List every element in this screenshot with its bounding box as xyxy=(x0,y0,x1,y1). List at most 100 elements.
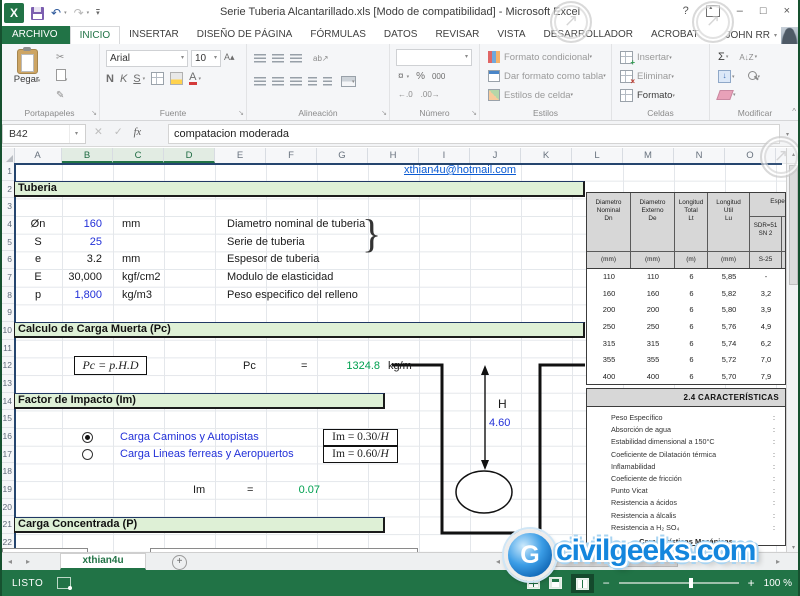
clear-icon[interactable] xyxy=(716,90,734,100)
insert-function-icon[interactable]: fx xyxy=(134,127,142,138)
dialog-launcher-icon[interactable]: ↘ xyxy=(471,109,477,117)
param-desc[interactable]: Espesor de tuberia xyxy=(227,251,457,268)
format-button[interactable]: Formato▾ xyxy=(620,89,675,102)
dialog-launcher-icon[interactable]: ↘ xyxy=(238,109,244,117)
row-header-2[interactable]: 2 xyxy=(0,181,14,199)
paste-dropdown-icon[interactable]: ▾ xyxy=(38,78,41,84)
align-right-icon[interactable] xyxy=(290,77,302,86)
user-area[interactable]: JOHN RR ▾ xyxy=(726,26,800,44)
column-header-D[interactable]: D xyxy=(164,148,215,163)
cancel-icon[interactable]: ✕ xyxy=(94,126,103,138)
trench-diagram[interactable]: H 4.60 xyxy=(385,358,590,541)
param-symbol[interactable]: p xyxy=(14,287,62,304)
column-header-K[interactable]: K xyxy=(521,148,572,163)
row-header-6[interactable]: 6 xyxy=(0,251,14,269)
align-center-icon[interactable] xyxy=(272,77,284,86)
minimize-button[interactable]: – xyxy=(737,5,743,17)
format-as-table-button[interactable]: Dar formato como tabla▾ xyxy=(488,70,606,82)
chevron-down-icon[interactable]: ▾ xyxy=(214,51,217,66)
fill-down-icon[interactable]: ↓ xyxy=(718,70,731,83)
row-header-4[interactable]: 4 xyxy=(0,216,14,234)
undo-dropdown-icon[interactable]: ▾ xyxy=(64,10,67,16)
sheet-tab-xthian4u[interactable]: xthian4u xyxy=(60,553,146,570)
param-unit[interactable]: kg/m3 xyxy=(122,287,192,304)
row-header-8[interactable]: 8 xyxy=(0,287,14,305)
pc-label[interactable]: Pc xyxy=(243,358,273,375)
row-header-11[interactable]: 11 xyxy=(0,340,14,358)
fill-color-icon[interactable] xyxy=(170,72,183,85)
row-header-13[interactable]: 13 xyxy=(0,375,14,393)
row-header-12[interactable]: 12 xyxy=(0,357,14,375)
column-header-F[interactable]: F xyxy=(266,148,317,163)
impact-option-label[interactable]: Carga Caminos y Autopistas xyxy=(120,429,335,446)
decrease-indent-icon[interactable] xyxy=(308,77,317,86)
font-name-combo[interactable]: ▾Arial xyxy=(106,50,188,67)
param-desc[interactable]: Peso especifico del relleno xyxy=(227,287,457,304)
column-header-E[interactable]: E xyxy=(215,148,266,163)
row-header-3[interactable]: 3 xyxy=(0,198,14,216)
sheet-next-icon[interactable]: ▸ xyxy=(26,557,30,566)
find-select-icon[interactable] xyxy=(748,71,757,80)
param-unit[interactable] xyxy=(122,234,192,251)
redo-dropdown-icon[interactable]: ▾ xyxy=(87,10,90,16)
close-button[interactable]: × xyxy=(784,5,790,17)
radio-selected[interactable] xyxy=(82,432,93,443)
comma-style-icon[interactable]: 000 xyxy=(432,72,445,81)
add-sheet-button[interactable]: + xyxy=(172,555,187,570)
italic-button[interactable]: K xyxy=(120,73,127,85)
column-header-L[interactable]: L xyxy=(572,148,623,163)
name-box[interactable]: B42▾ xyxy=(2,124,86,144)
row-header-7[interactable]: 7 xyxy=(0,269,14,287)
select-all-corner[interactable] xyxy=(0,148,15,163)
decrease-decimal-icon[interactable]: .00→ xyxy=(421,90,440,99)
font-color-icon[interactable]: A xyxy=(189,72,196,85)
save-icon[interactable] xyxy=(31,7,44,20)
row-header-16[interactable]: 16 xyxy=(0,428,14,446)
section-header-carga-muerta[interactable]: Calculo de Carga Muerta (Pc) xyxy=(14,322,585,338)
align-left-icon[interactable] xyxy=(254,77,266,86)
sort-filter-icon[interactable]: A↓Z xyxy=(739,53,753,62)
pc-value[interactable]: 1324.8 xyxy=(322,358,380,375)
chevron-down-icon[interactable]: ▾ xyxy=(181,51,184,66)
param-value[interactable]: 25 xyxy=(58,234,102,251)
number-format-combo[interactable]: ▾ xyxy=(396,49,472,66)
section-header-tuberia[interactable]: Tuberia xyxy=(14,181,585,197)
dialog-launcher-icon[interactable]: ↘ xyxy=(91,109,97,117)
maximize-button[interactable]: □ xyxy=(760,5,767,17)
param-value[interactable]: 3.2 xyxy=(58,251,102,268)
row-header-10[interactable]: 10 xyxy=(0,322,14,340)
column-header-B[interactable]: B xyxy=(62,148,113,163)
paste-button[interactable]: Pegar ▾ xyxy=(8,49,46,85)
align-top-icon[interactable] xyxy=(254,54,266,63)
user-dropdown-icon[interactable]: ▾ xyxy=(774,32,777,39)
cut-icon[interactable]: ✂ xyxy=(56,52,64,63)
sheet-prev-icon[interactable]: ◂ xyxy=(8,557,12,566)
qat-customize-icon[interactable]: ▾ xyxy=(96,9,100,17)
row-header-17[interactable]: 17 xyxy=(0,446,14,464)
insert-cells-button[interactable]: Insertar▾ xyxy=(620,51,672,64)
cell-styles-button[interactable]: Estilos de celda▾ xyxy=(488,89,573,101)
column-header-M[interactable]: M xyxy=(623,148,674,163)
param-symbol[interactable]: Øn xyxy=(14,216,62,233)
row-header-5[interactable]: 5 xyxy=(0,234,14,252)
font-color-dropdown-icon[interactable]: ▾ xyxy=(199,76,202,82)
undo-icon[interactable]: ↶ xyxy=(51,7,61,19)
impact-formula-box[interactable]: Im = 0.30/H xyxy=(323,429,398,446)
fill-dropdown-icon[interactable]: ▾ xyxy=(732,74,735,80)
column-header-C[interactable]: C xyxy=(113,148,164,163)
row-header-21[interactable]: 21 xyxy=(0,516,14,534)
row-header-19[interactable]: 19 xyxy=(0,481,14,499)
worksheet[interactable]: 12345678910111213141516171819202122 xthi… xyxy=(0,163,800,552)
format-painter-icon[interactable]: ✎ xyxy=(56,90,64,101)
column-header-I[interactable]: I xyxy=(419,148,470,163)
chevron-down-icon[interactable]: ▾ xyxy=(465,50,468,65)
menu-tab-dise-o-de-p-gina[interactable]: DISEÑO DE PÁGINA xyxy=(188,26,302,44)
param-desc[interactable]: Modulo de elasticidad xyxy=(227,269,457,286)
dialog-launcher-icon[interactable]: ↘ xyxy=(381,109,387,117)
menu-tab-vista[interactable]: VISTA xyxy=(488,26,534,44)
grow-font-icon[interactable]: A▴ xyxy=(224,52,235,63)
bold-button[interactable]: N xyxy=(106,73,114,85)
redo-icon[interactable]: ↷ xyxy=(74,7,84,19)
delete-cells-button[interactable]: Eliminar▾ xyxy=(620,70,674,83)
align-middle-icon[interactable] xyxy=(272,54,284,63)
